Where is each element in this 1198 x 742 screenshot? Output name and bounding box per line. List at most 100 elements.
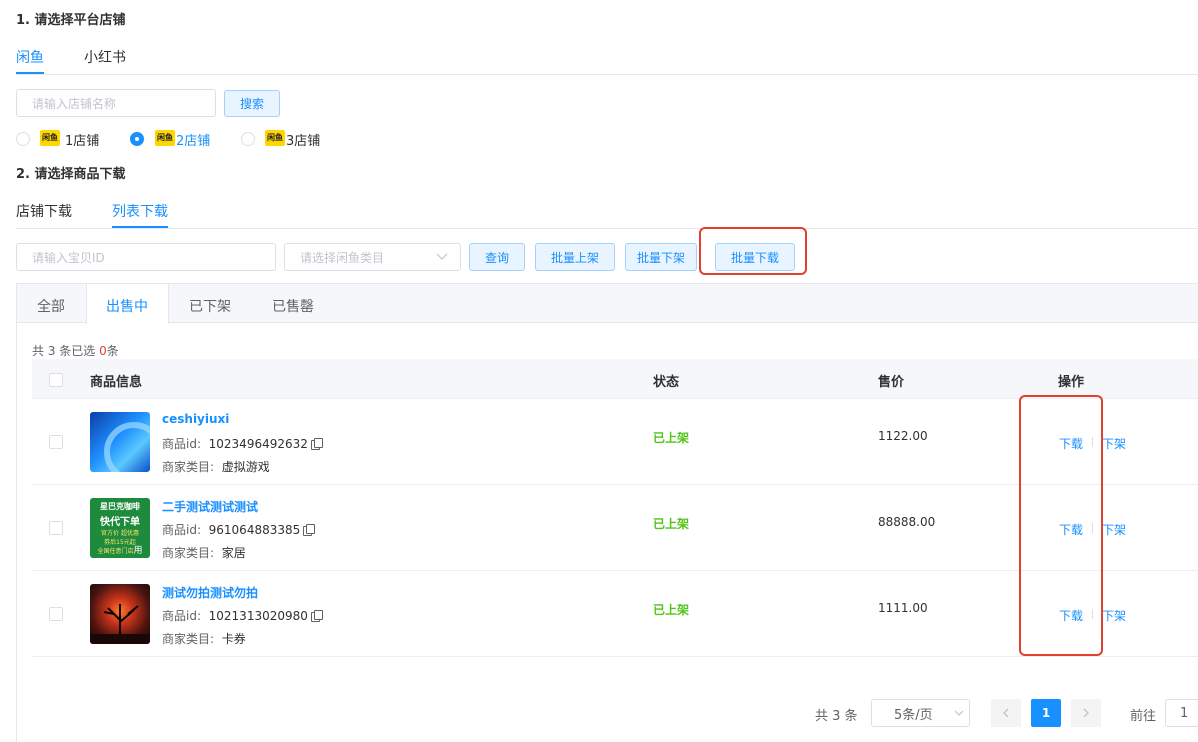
copy-icon[interactable] <box>310 610 323 622</box>
header-product-info: 商品信息 <box>90 375 143 390</box>
product-thumbnail: 星巴克咖啡 快代下单 官方价 超优惠 券后15元起 全国任意门店用 <box>90 498 150 558</box>
delist-link[interactable]: 下架 <box>1102 521 1126 538</box>
product-id-line: 商品id: 1023496492632 <box>162 435 323 452</box>
delist-link[interactable]: 下架 <box>1102 435 1126 452</box>
product-category-line: 商家类目: 虚拟游戏 <box>162 458 270 475</box>
product-name[interactable]: 测试勿拍测试勿拍 <box>162 584 258 601</box>
product-id-label: 商品id: <box>162 523 201 537</box>
tab-shop-download[interactable]: 店铺下载 <box>16 201 72 221</box>
selected-count: 0 <box>99 344 107 358</box>
search-button[interactable]: 搜索 <box>224 90 280 117</box>
xianyu-logo-icon: 闲鱼 <box>40 130 60 146</box>
tree-silhouette <box>90 604 150 644</box>
next-page-button[interactable] <box>1071 699 1101 727</box>
thumb-text-2: 快代下单 <box>100 517 140 528</box>
highlight-box-batch-download <box>699 227 807 275</box>
goto-page-input[interactable]: 1 <box>1165 699 1198 727</box>
shop-radio-3[interactable] <box>241 132 255 146</box>
product-id-label: 商品id: <box>162 437 201 451</box>
product-category-line: 商家类目: 家居 <box>162 544 246 561</box>
thumb-text-5a: 全国任意门店 <box>97 548 134 555</box>
product-id-line: 商品id: 1021313020980 <box>162 607 323 624</box>
summary-suffix: 条 <box>106 344 119 358</box>
page-size-select[interactable]: 5条/页 <box>871 699 970 727</box>
shop-radio-2[interactable] <box>130 132 144 146</box>
tab-list-download[interactable]: 列表下载 <box>112 201 168 221</box>
prev-page-button[interactable] <box>991 699 1021 727</box>
thumb-text-3: 官方价 超优惠 <box>101 530 139 537</box>
summary-prefix: 共 3 条已选 <box>32 344 100 358</box>
shop-search-input[interactable]: 请输入店铺名称 <box>16 89 216 117</box>
page-size-value: 5条/页 <box>894 707 933 723</box>
shop-label-2[interactable]: 2店铺 <box>176 130 210 149</box>
category-select[interactable]: 请选择闲鱼类目 <box>284 243 461 271</box>
category-select-placeholder: 请选择闲鱼类目 <box>300 250 385 265</box>
product-price: 1122.00 <box>878 429 928 443</box>
product-name[interactable]: ceshiyiuxi <box>162 412 229 426</box>
category-label: 商家类目: <box>162 546 215 560</box>
tabs-divider <box>16 74 1198 75</box>
row-checkbox[interactable] <box>49 521 63 535</box>
header-price: 售价 <box>878 375 905 390</box>
row-checkbox[interactable] <box>49 435 63 449</box>
product-price: 88888.00 <box>878 515 936 529</box>
header-action: 操作 <box>1058 375 1085 390</box>
product-category: 卡券 <box>221 632 246 646</box>
product-thumbnail <box>90 584 150 644</box>
goto-label: 前往 <box>1130 709 1157 724</box>
table-header <box>32 359 1198 399</box>
tabs-divider <box>16 228 1198 229</box>
product-thumbnail <box>90 412 150 472</box>
thumb-text-5: 全国任意门店用 <box>90 543 150 556</box>
product-category: 虚拟游戏 <box>221 460 270 474</box>
batch-list-button[interactable]: 批量上架 <box>535 243 615 271</box>
thumb-text-6: 用 <box>133 546 143 556</box>
delist-link[interactable]: 下架 <box>1102 607 1126 624</box>
chevron-right-icon <box>1083 708 1089 718</box>
chevron-down-icon <box>954 710 964 716</box>
product-price: 1111.00 <box>878 601 928 615</box>
copy-icon[interactable] <box>310 438 323 450</box>
product-id: 1021313020980 <box>208 609 308 623</box>
row-checkbox[interactable] <box>49 607 63 621</box>
item-id-input[interactable]: 请输入宝贝ID <box>16 243 276 271</box>
tab-xianyu[interactable]: 闲鱼 <box>16 47 44 67</box>
product-name[interactable]: 二手测试测试测试 <box>162 498 258 515</box>
category-label: 商家类目: <box>162 460 215 474</box>
thumbnail-swirl <box>104 422 150 472</box>
product-category: 家居 <box>221 546 246 560</box>
status-tab-off-shelf[interactable]: 已下架 <box>189 296 231 316</box>
selection-summary: 共 3 条已选 0条 <box>32 342 119 359</box>
product-id-label: 商品id: <box>162 609 201 623</box>
status-badge: 已上架 <box>653 603 690 617</box>
shop-label-3[interactable]: 3店铺 <box>286 130 320 149</box>
product-id: 1023496492632 <box>208 437 308 451</box>
query-button[interactable]: 查询 <box>469 243 525 271</box>
select-all-checkbox[interactable] <box>49 373 63 387</box>
pagination-total: 共 3 条 <box>815 709 858 724</box>
header-status: 状态 <box>653 375 680 390</box>
section2-title: 2. 请选择商品下载 <box>16 167 126 182</box>
status-tab-on-sale[interactable]: 出售中 <box>106 296 148 316</box>
copy-icon[interactable] <box>303 524 316 536</box>
product-id: 961064883385 <box>208 523 301 537</box>
section1-title: 1. 请选择平台店铺 <box>16 13 126 28</box>
status-tab-sold-out[interactable]: 已售罄 <box>272 296 314 316</box>
xianyu-logo-icon: 闲鱼 <box>155 130 175 146</box>
product-category-line: 商家类目: 卡券 <box>162 630 246 647</box>
status-tab-all[interactable]: 全部 <box>37 296 65 316</box>
status-badge: 已上架 <box>653 517 690 531</box>
product-id-line: 商品id: 961064883385 <box>162 521 316 538</box>
thumb-text-1: 星巴克咖啡 <box>100 502 140 511</box>
category-label: 商家类目: <box>162 632 215 646</box>
chevron-left-icon <box>1003 708 1009 718</box>
chevron-down-icon <box>436 253 448 260</box>
shop-radio-1[interactable] <box>16 132 30 146</box>
shop-label-1[interactable]: 1店铺 <box>65 130 99 149</box>
page-number-current[interactable]: 1 <box>1031 699 1061 727</box>
highlight-box-actions <box>1019 395 1103 656</box>
status-badge: 已上架 <box>653 431 690 445</box>
xianyu-logo-icon: 闲鱼 <box>265 130 285 146</box>
batch-delist-button[interactable]: 批量下架 <box>625 243 697 271</box>
tab-xiaohongshu[interactable]: 小红书 <box>84 47 126 67</box>
